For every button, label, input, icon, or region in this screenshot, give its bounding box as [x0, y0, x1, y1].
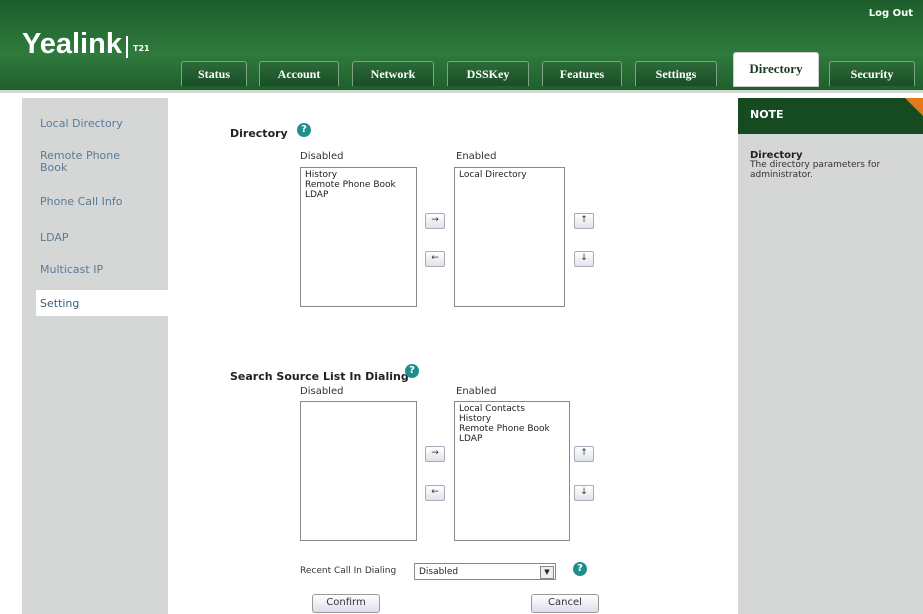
note-panel: NOTE Directory The directory parameters … — [738, 98, 923, 614]
recent-call-select[interactable]: Disabled ▼ — [414, 563, 556, 580]
recent-call-value: Disabled — [419, 567, 459, 577]
tab-settings[interactable]: Settings — [635, 61, 717, 86]
directory-move-down-button[interactable]: ↓ — [574, 251, 594, 267]
sidebar-item-setting[interactable]: Setting — [36, 290, 188, 316]
list-item[interactable]: History — [305, 170, 412, 180]
tab-dsskey[interactable]: DSSKey — [447, 61, 529, 86]
directory-move-right-button[interactable]: → — [425, 213, 445, 229]
tab-status[interactable]: Status — [181, 61, 247, 86]
directory-disabled-list[interactable]: History Remote Phone Book LDAP — [300, 167, 417, 307]
note-text: The directory parameters for administrat… — [750, 160, 881, 180]
directory-enabled-label: Enabled — [456, 151, 497, 162]
tab-network[interactable]: Network — [352, 61, 434, 86]
model-label: T21 — [133, 44, 150, 53]
search-source-title: Search Source List In Dialing — [230, 370, 409, 383]
search-source-disabled-label: Disabled — [300, 386, 344, 397]
sidebar: Local Directory Remote Phone Book Phone … — [22, 98, 188, 614]
header-bar: Log Out Yealink T21 Status Account Netwo… — [0, 0, 923, 93]
search-source-move-left-button[interactable]: ← — [425, 485, 445, 501]
search-source-enabled-label: Enabled — [456, 386, 497, 397]
directory-move-up-button[interactable]: ↑ — [574, 213, 594, 229]
confirm-button[interactable]: Confirm — [312, 594, 380, 613]
note-heading: NOTE — [738, 98, 923, 134]
list-item[interactable]: LDAP — [305, 190, 412, 200]
search-source-move-up-button[interactable]: ↑ — [574, 446, 594, 462]
logo-separator — [126, 36, 128, 58]
recent-call-help-icon[interactable]: ? — [573, 562, 587, 576]
list-item[interactable]: Local Contacts — [459, 404, 565, 414]
list-item[interactable]: Local Directory — [459, 170, 560, 180]
logout-link[interactable]: Log Out — [869, 8, 913, 19]
search-source-enabled-list[interactable]: Local Contacts History Remote Phone Book… — [454, 401, 570, 541]
directory-title: Directory — [230, 127, 288, 140]
note-corner-decoration — [905, 98, 923, 116]
directory-help-icon[interactable]: ? — [297, 123, 311, 137]
search-source-move-right-button[interactable]: → — [425, 446, 445, 462]
cancel-button[interactable]: Cancel — [531, 594, 599, 613]
yealink-logo: Yealink — [22, 28, 122, 60]
tab-account[interactable]: Account — [259, 61, 339, 86]
directory-disabled-label: Disabled — [300, 151, 344, 162]
sidebar-item-phone-call-info[interactable]: Phone Call Info — [40, 196, 160, 208]
tab-security[interactable]: Security — [829, 61, 915, 86]
list-item[interactable]: History — [459, 414, 565, 424]
search-source-disabled-list[interactable] — [300, 401, 417, 541]
list-item[interactable]: Remote Phone Book — [459, 424, 565, 434]
recent-call-label: Recent Call In Dialing — [300, 566, 397, 576]
list-item[interactable]: LDAP — [459, 434, 565, 444]
search-source-help-icon[interactable]: ? — [405, 364, 419, 378]
sidebar-item-remote-phone-book[interactable]: Remote Phone Book — [40, 150, 140, 174]
sidebar-item-multicast-ip[interactable]: Multicast IP — [40, 264, 160, 276]
list-item[interactable]: Remote Phone Book — [305, 180, 412, 190]
sidebar-item-local-directory[interactable]: Local Directory — [40, 118, 160, 130]
directory-enabled-list[interactable]: Local Directory — [454, 167, 565, 307]
tab-directory[interactable]: Directory — [733, 52, 819, 87]
search-source-move-down-button[interactable]: ↓ — [574, 485, 594, 501]
sidebar-item-ldap[interactable]: LDAP — [40, 232, 160, 244]
main-content — [168, 98, 733, 614]
tab-features[interactable]: Features — [542, 61, 622, 86]
directory-move-left-button[interactable]: ← — [425, 251, 445, 267]
chevron-down-icon[interactable]: ▼ — [540, 566, 554, 579]
